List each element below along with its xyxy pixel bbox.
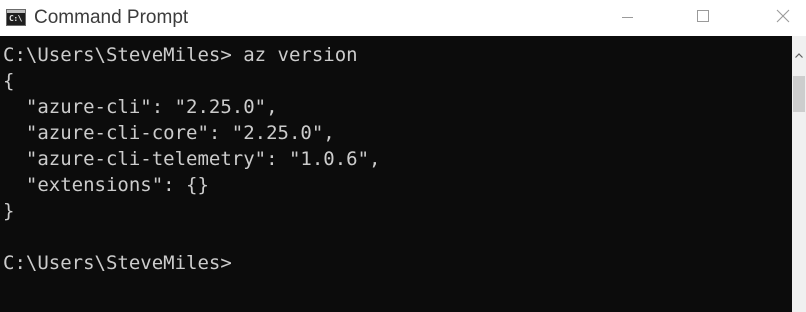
console-line: } <box>3 200 15 222</box>
scroll-thumb[interactable] <box>793 76 805 112</box>
console-output[interactable]: C:\Users\SteveMiles> az version { "azure… <box>0 36 792 312</box>
icon-glyph: C:\ <box>9 14 22 23</box>
title-bar[interactable]: C:\ Command Prompt <box>0 0 806 36</box>
close-icon <box>776 9 790 23</box>
close-button[interactable] <box>760 0 806 36</box>
vertical-scrollbar[interactable] <box>792 36 806 312</box>
icon-bar <box>7 10 25 13</box>
cmd-app-icon[interactable]: C:\ <box>6 9 26 26</box>
maximize-button[interactable] <box>680 0 726 36</box>
minimize-button[interactable] <box>604 0 650 36</box>
scroll-up-button[interactable] <box>792 36 806 74</box>
console-line: "extensions": {} <box>3 174 209 196</box>
console-line: { <box>3 70 15 92</box>
console-text: C:\Users\SteveMiles> az version { "azure… <box>3 42 381 276</box>
console-line: "azure-cli-telemetry": "1.0.6", <box>3 148 381 170</box>
maximize-icon <box>697 10 709 22</box>
minimize-icon <box>622 17 633 18</box>
console-prompt-line: C:\Users\SteveMiles> <box>3 252 232 274</box>
console-line: C:\Users\SteveMiles> az version <box>3 44 358 66</box>
window-title: Command Prompt <box>34 7 189 28</box>
console-line: "azure-cli": "2.25.0", <box>3 96 278 118</box>
console-line: "azure-cli-core": "2.25.0", <box>3 122 335 144</box>
chevron-up-icon <box>795 53 803 58</box>
command-prompt-window: C:\ Command Prompt C:\Users\SteveMiles> … <box>0 0 806 312</box>
